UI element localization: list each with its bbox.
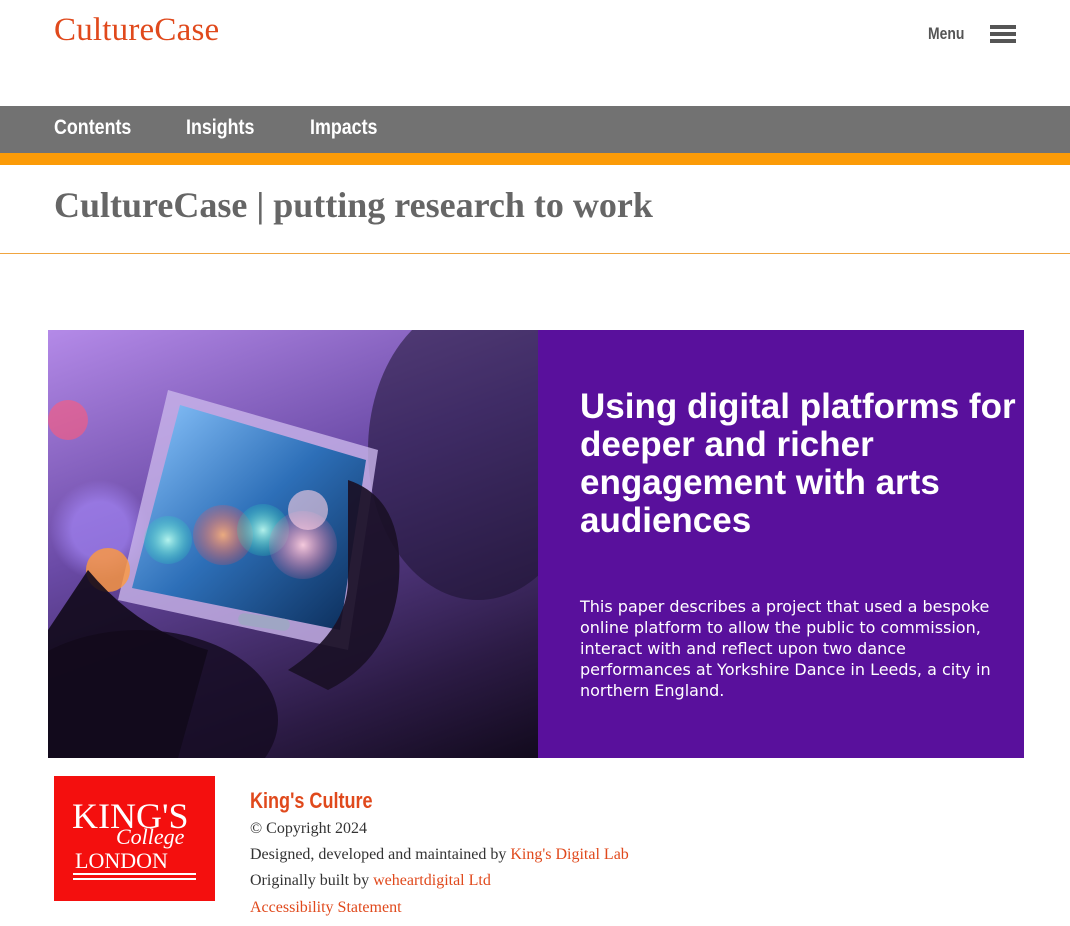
hero-heading[interactable]: Using digital platforms for deeper and r… — [580, 388, 1020, 540]
footer-designed-prefix: Designed, developed and maintained by — [250, 846, 507, 863]
footer-copyright: © Copyright 2024 — [250, 820, 368, 837]
menu-label: Menu — [928, 24, 965, 43]
hamburger-icon — [990, 25, 1016, 43]
accessibility-statement-link[interactable]: Accessibility Statement — [250, 899, 402, 916]
footer-built-prefix: Originally built by — [250, 872, 370, 889]
weheartdigital-link[interactable]: weheartdigital Ltd — [373, 872, 491, 889]
page-title: CultureCase | putting research to work — [54, 185, 653, 225]
site-header: CultureCase Menu — [0, 0, 1070, 106]
kings-college-london-logo[interactable]: KING'S College LONDON — [54, 776, 215, 901]
logo-london-text: LONDON — [75, 848, 168, 873]
hero-image — [48, 330, 538, 758]
footer-built-line: Originally built by weheartdigital Ltd — [250, 872, 491, 890]
kings-digital-lab-link[interactable]: King's Digital Lab — [510, 846, 628, 863]
nav-accent-stripe — [0, 153, 1070, 165]
main-nav — [0, 106, 1070, 153]
logo-college-text: College — [116, 824, 185, 849]
hero-text-panel: Using digital platforms for deeper and r… — [538, 330, 1024, 758]
nav-item-impacts[interactable]: Impacts — [310, 116, 377, 140]
title-divider — [0, 253, 1070, 254]
hero-banner[interactable]: Using digital platforms for deeper and r… — [48, 330, 1024, 758]
hero-summary: This paper describes a project that used… — [580, 597, 991, 700]
nav-item-contents[interactable]: Contents — [54, 116, 131, 140]
footer-accessibility-line: Accessibility Statement — [250, 899, 402, 917]
phone-in-hand-illustration — [48, 330, 538, 758]
footer-org-name: King's Culture — [250, 788, 373, 813]
nav-item-insights[interactable]: Insights — [186, 116, 254, 140]
menu-button[interactable]: Menu — [928, 24, 1016, 44]
site-logo-link[interactable]: CultureCase — [54, 12, 219, 49]
footer-designed-line: Designed, developed and maintained by Ki… — [250, 846, 629, 864]
